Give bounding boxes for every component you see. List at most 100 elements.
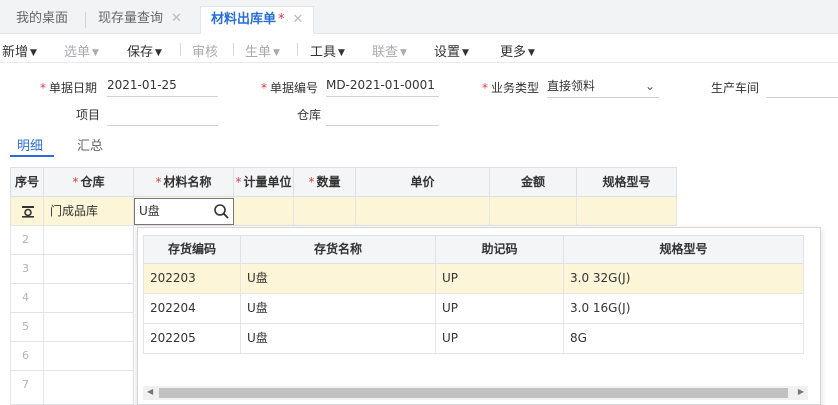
cell-warehouse[interactable] — [44, 284, 134, 313]
audit-button[interactable]: 审核 — [192, 41, 218, 60]
col-header-qty[interactable]: * 数量 — [294, 167, 356, 197]
row-number: 7 — [10, 371, 44, 405]
popup-cell-spec[interactable]: 8G — [564, 324, 804, 354]
tab-inventory-query[interactable]: 现存量查询 ✕ — [88, 6, 192, 34]
select-doc-button[interactable]: 选单 ▼ — [64, 41, 99, 60]
tools-button[interactable]: 工具 ▼ — [310, 41, 345, 60]
col-header-spec[interactable]: 规格型号 — [577, 167, 677, 197]
row-number: 2 — [10, 226, 44, 255]
material-lookup-popup: 存货编码 存货名称 助记码 规格型号 202203 U盘 UP 3.0 32G(… — [137, 227, 821, 405]
popup-cell-spec[interactable]: 3.0 32G(J) — [564, 264, 804, 294]
row-number: 3 — [10, 255, 44, 284]
tab-desktop[interactable]: 我的桌面 — [6, 6, 78, 34]
toolbar-divider — [297, 43, 298, 56]
tab-material-outbound[interactable]: 材料出库单 * ✕ — [200, 6, 315, 34]
popup-cell-name[interactable]: U盘 — [241, 324, 436, 354]
scroll-left-icon[interactable]: ◀ — [147, 387, 153, 396]
row-action-cell[interactable] — [10, 197, 44, 226]
modified-mark: * — [278, 12, 285, 27]
project-field[interactable] — [107, 104, 218, 126]
date-field[interactable]: 2021-01-25 — [107, 75, 218, 97]
popup-cell-name[interactable]: U盘 — [241, 264, 436, 294]
active-tab-indicator — [10, 155, 54, 157]
cell-qty[interactable] — [294, 197, 356, 226]
row-edit-icon[interactable] — [21, 204, 35, 218]
cell-warehouse[interactable] — [44, 371, 134, 405]
chevron-down-icon: ▼ — [92, 48, 99, 58]
material-search-input[interactable]: U盘 — [134, 198, 234, 225]
workshop-label: 生产车间 — [711, 81, 760, 95]
cell-spec[interactable] — [577, 197, 677, 226]
biz-type-select[interactable]: 直接领料 ⌄ — [547, 76, 659, 98]
row-number: 4 — [10, 284, 44, 313]
popup-header-name[interactable]: 存货名称 — [241, 235, 436, 264]
popup-cell-name[interactable]: U盘 — [241, 294, 436, 324]
tab-detail[interactable]: 明细 — [17, 135, 43, 154]
toolbar: 新增 ▼ 选单 ▼ 保存 ▼ 审核 生单 ▼ 工具 ▼ 联查 ▼ 设置 ▼ 更多 ▼ — [0, 35, 838, 63]
close-icon[interactable]: ✕ — [171, 6, 182, 32]
popup-cell-code[interactable]: 202204 — [143, 294, 241, 324]
scrollbar-thumb[interactable] — [159, 388, 788, 398]
material-input-value: U盘 — [139, 204, 160, 218]
row-number: 6 — [10, 342, 44, 371]
chevron-down-icon: ⌄ — [644, 79, 655, 93]
chevron-down-icon: ▼ — [528, 48, 535, 58]
popup-cell-mnemonic[interactable]: UP — [436, 294, 564, 324]
chevron-down-icon: ▼ — [30, 48, 37, 58]
tab-label: 现存量查询 — [98, 11, 164, 26]
workshop-field[interactable] — [766, 76, 838, 98]
chevron-down-icon: ▼ — [273, 48, 280, 58]
horizontal-scrollbar[interactable]: ◀ ▶ — [143, 386, 808, 400]
save-button[interactable]: 保存 ▼ — [127, 41, 162, 60]
more-button[interactable]: 更多 ▼ — [500, 41, 535, 60]
tab-summary[interactable]: 汇总 — [77, 135, 103, 154]
col-header-warehouse[interactable]: * 仓库 — [44, 167, 134, 197]
popup-cell-code[interactable]: 202205 — [143, 324, 241, 354]
cell-warehouse[interactable] — [44, 313, 134, 342]
tab-label: 材料出库单 — [211, 12, 277, 27]
settings-button[interactable]: 设置 ▼ — [434, 41, 469, 60]
chevron-down-icon: ▼ — [400, 48, 407, 58]
cell-warehouse[interactable] — [44, 226, 134, 255]
chevron-down-icon: ▼ — [462, 48, 469, 58]
scroll-right-icon[interactable]: ▶ — [798, 387, 804, 396]
col-header-price[interactable]: 单价 — [356, 167, 490, 197]
new-button[interactable]: 新增 ▼ — [2, 41, 37, 60]
tab-label: 我的桌面 — [16, 11, 69, 26]
chevron-down-icon: ▼ — [155, 48, 162, 58]
popup-cell-spec[interactable]: 3.0 16G(J) — [564, 294, 804, 324]
search-icon[interactable] — [213, 203, 230, 220]
generate-doc-button[interactable]: 生单 ▼ — [245, 41, 280, 60]
cell-warehouse[interactable] — [44, 342, 134, 371]
project-label: 项目 — [76, 108, 101, 122]
popup-header-spec[interactable]: 规格型号 — [564, 235, 804, 264]
date-label: * 单据日期 — [40, 81, 98, 95]
popup-header-mnemonic[interactable]: 助记码 — [436, 235, 564, 264]
warehouse-field[interactable] — [326, 104, 439, 126]
doc-number-field[interactable]: MD-2021-01-0001 — [326, 75, 439, 97]
row-number: 5 — [10, 313, 44, 342]
close-icon[interactable]: ✕ — [293, 7, 304, 33]
doc-number-label: * 单据编号 — [261, 81, 319, 95]
popup-cell-mnemonic[interactable]: UP — [436, 264, 564, 294]
col-header-amount[interactable]: 金额 — [490, 167, 577, 197]
cell-unit[interactable] — [234, 197, 294, 226]
tab-bar: 我的桌面 现存量查询 ✕ 材料出库单 * ✕ — [0, 0, 838, 34]
popup-cell-code[interactable]: 202203 — [143, 264, 241, 294]
cell-warehouse[interactable]: 门成品库 — [44, 197, 134, 226]
chevron-down-icon: ▼ — [338, 48, 345, 58]
cell-amount[interactable] — [490, 197, 577, 226]
cell-price[interactable] — [356, 197, 490, 226]
col-header-seq: 序号 — [10, 167, 44, 197]
popup-cell-mnemonic[interactable]: UP — [436, 324, 564, 354]
biz-type-label: * 业务类型 — [482, 81, 540, 95]
cell-warehouse[interactable] — [44, 255, 134, 284]
warehouse-label: 仓库 — [297, 108, 322, 122]
toolbar-divider — [180, 43, 181, 56]
col-header-unit[interactable]: * 计量单位 — [234, 167, 294, 197]
tab-divider — [85, 12, 86, 28]
popup-header-code[interactable]: 存货编码 — [143, 235, 241, 264]
toolbar-divider — [233, 43, 234, 56]
linked-query-button[interactable]: 联查 ▼ — [372, 41, 407, 60]
col-header-material[interactable]: * 材料名称 — [134, 167, 234, 197]
